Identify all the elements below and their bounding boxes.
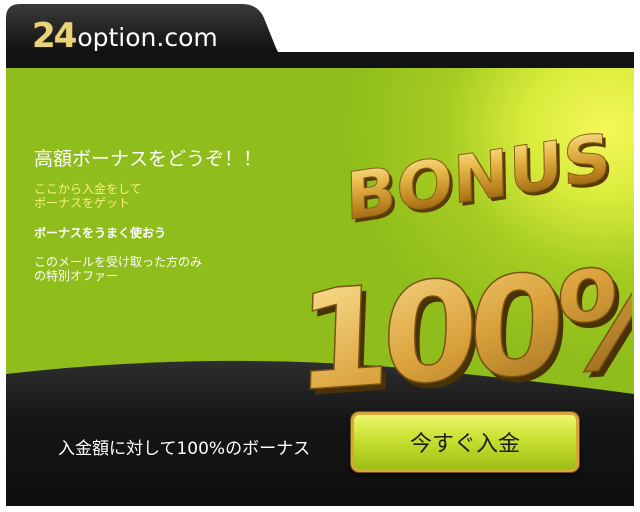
percent-100: 100% (293, 235, 632, 410)
promo-banner: 高額ボーナスをどうぞ！！ ここから入金をして ボーナスをゲット ボーナスをうまく… (6, 52, 634, 506)
logo-number: 24 (32, 16, 77, 56)
exclusive-line-1: このメールを受け取った方のみ (34, 255, 203, 269)
footer-offer-text: 入金額に対して100%のボーナス (58, 439, 311, 459)
bonus-tip: ボーナスをうまく使おう (34, 226, 167, 240)
exclusive-line-2: の特別オファー (34, 269, 119, 283)
deposit-line-2: ボーナスをゲット (34, 196, 131, 210)
headline: 高額ボーナスをどうぞ！！ (34, 148, 263, 170)
brand-logo[interactable]: 24 option.com (32, 16, 218, 56)
deposit-line-1: ここから入金をして (34, 182, 142, 196)
bonus-100-graphic: BONUS BONUS 100% 100% (292, 117, 632, 410)
deposit-now-label: 今すぐ入金 (409, 432, 520, 457)
logo-name: option.com (77, 23, 218, 52)
deposit-now-button[interactable]: 今すぐ入金 (351, 412, 579, 472)
